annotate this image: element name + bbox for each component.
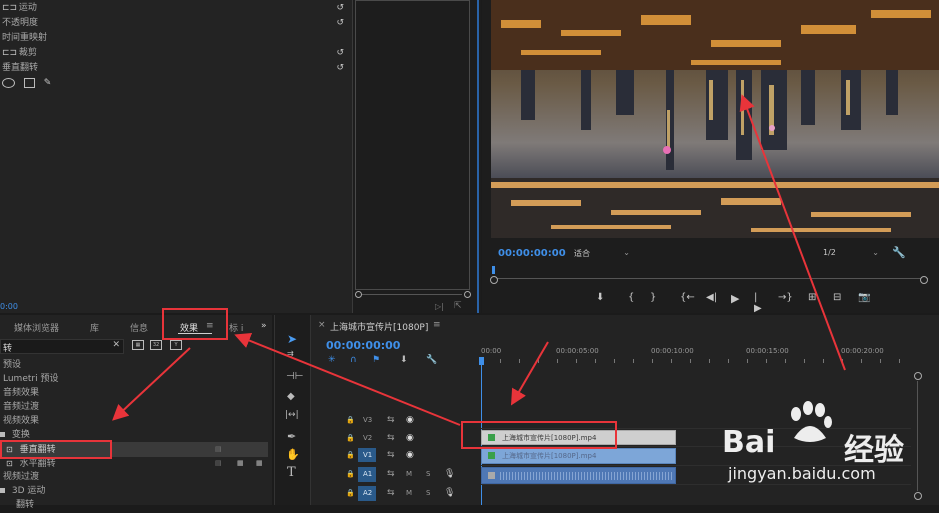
annotation-arrow [739, 94, 846, 371]
watermark-url: jingyan.baidu.com [728, 464, 876, 483]
annotation-arrow [112, 347, 191, 421]
watermark-brand-cn: 经验 [844, 433, 904, 468]
watermark: Bai 经验 jingyan.baidu.com [722, 400, 932, 490]
paw-logo-icon [791, 401, 832, 442]
watermark-brand: Bai [722, 425, 776, 460]
annotation-arrow [234, 333, 461, 426]
annotation-arrow [510, 341, 549, 406]
